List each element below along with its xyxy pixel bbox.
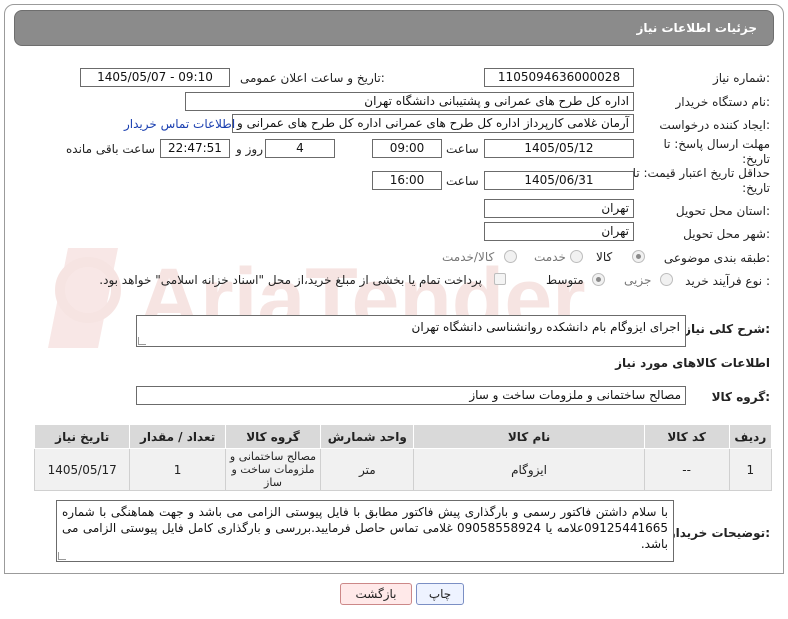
page-header: جزئیات اطلاعات نیاز	[14, 10, 774, 46]
resize-handle[interactable]	[58, 552, 66, 560]
creator-field: آرمان غلامی کارپرداز اداره کل طرح های عم…	[232, 114, 634, 133]
process-option-minor: جزیی	[624, 273, 652, 287]
description-label: شرح کلی نیاز:	[684, 322, 770, 336]
validity-label: حداقل تاریخ اعتبار قیمت: تا تاریخ:	[632, 166, 770, 195]
days-label: روز و	[236, 142, 263, 156]
cell-group: مصالح ساختمانی و ملزومات ساخت و ساز	[224, 448, 322, 491]
remaining-time-field: 22:47:51	[160, 139, 230, 158]
category-radio-goods[interactable]	[632, 250, 645, 263]
col-header-unit: واحد شمارش	[320, 424, 415, 449]
col-header-quantity: تعداد / مقدار	[129, 424, 226, 449]
col-header-code: کد کالا	[643, 424, 730, 449]
cell-unit: متر	[320, 448, 415, 491]
col-header-row: ردیف	[728, 424, 773, 449]
creator-label: ایجاد کننده درخواست:	[659, 118, 770, 132]
goods-table: ردیف کد کالا نام کالا واحد شمارش گروه کا…	[33, 424, 773, 491]
category-radio-goods-service[interactable]	[504, 250, 517, 263]
province-label: استان محل تحویل:	[675, 204, 770, 218]
buyer-notes-label: توضیحات خریدار:	[668, 526, 770, 540]
resize-handle[interactable]	[138, 337, 146, 345]
city-field: تهران	[484, 222, 634, 241]
col-header-name: نام کالا	[413, 424, 645, 449]
col-header-group: گروه کالا	[224, 424, 322, 449]
buyer-notes-textarea: با سلام داشتن فاکتور رسمی و بارگذاری پیش…	[56, 500, 674, 562]
print-button[interactable]: چاپ	[416, 583, 464, 605]
cell-date: 1405/05/17	[33, 448, 131, 491]
col-header-date: تاریخ نیاز	[33, 424, 131, 449]
page-title: جزئیات اطلاعات نیاز	[636, 21, 757, 35]
category-option-service: خدمت	[534, 250, 566, 264]
category-label: طبقه بندی موضوعی:	[663, 251, 770, 265]
deadline-time-field: 09:00	[372, 139, 442, 158]
treasury-payment-checkbox[interactable]	[494, 273, 506, 285]
city-label: شهر محل تحویل:	[683, 227, 770, 241]
deadline-time-label: ساعت	[446, 142, 479, 156]
province-field: تهران	[484, 199, 634, 218]
description-textarea: اجرای ایزوگام بام دانشکده روانشناسی دانش…	[136, 315, 686, 347]
description-text: اجرای ایزوگام بام دانشکده روانشناسی دانش…	[411, 320, 680, 334]
goods-table-header: ردیف کد کالا نام کالا واحد شمارش گروه کا…	[33, 424, 773, 449]
days-remaining-field: 4	[265, 139, 335, 158]
remaining-label: ساعت باقی مانده	[66, 142, 156, 156]
cell-name: ایزوگام	[413, 448, 645, 491]
treasury-payment-note: پرداخت تمام یا بخشی از مبلغ خرید،از محل …	[99, 273, 482, 287]
validity-date-field: 1405/06/31	[484, 171, 634, 190]
announce-label: تاریخ و ساعت اعلان عمومی:	[240, 71, 385, 85]
cell-quantity: 1	[129, 448, 226, 491]
process-label: نوع فرآیند خرید :	[685, 274, 770, 288]
deadline-date-field: 1405/05/12	[484, 139, 634, 158]
category-option-goods-service: کالا/خدمت	[442, 250, 495, 264]
category-option-goods: کالا	[596, 250, 613, 264]
process-radio-minor[interactable]	[660, 273, 673, 286]
goods-group-label: گروه کالا:	[711, 390, 770, 404]
category-radio-service[interactable]	[570, 250, 583, 263]
cell-code: --	[643, 448, 730, 491]
buyer-notes-text: با سلام داشتن فاکتور رسمی و بارگذاری پیش…	[62, 505, 668, 551]
deadline-label: مهلت ارسال پاسخ: تا تاریخ:	[663, 137, 770, 166]
table-row: 1 -- ایزوگام متر مصالح ساختمانی و ملزوما…	[33, 448, 773, 491]
back-button[interactable]: بازگشت	[340, 583, 412, 605]
buyer-org-label: نام دستگاه خریدار:	[675, 95, 771, 109]
validity-time-label: ساعت	[446, 174, 479, 188]
process-radio-medium[interactable]	[592, 273, 605, 286]
validity-time-field: 16:00	[372, 171, 442, 190]
buyer-contact-link[interactable]: اطلاعات تماس خریدار	[124, 117, 235, 131]
need-number-label: شماره نیاز:	[712, 71, 770, 85]
announce-field: 1405/05/07 - 09:10	[80, 68, 230, 87]
cell-row: 1	[728, 448, 773, 491]
goods-group-field: مصالح ساختمانی و ملزومات ساخت و ساز	[136, 386, 686, 405]
process-option-medium: متوسط	[546, 273, 584, 287]
buyer-org-field: اداره کل طرح های عمرانی و پشتیبانی دانشگ…	[185, 92, 634, 111]
goods-section-title: اطلاعات کالاهای مورد نیاز	[615, 356, 770, 370]
need-number-field: 1105094636000028	[484, 68, 634, 87]
